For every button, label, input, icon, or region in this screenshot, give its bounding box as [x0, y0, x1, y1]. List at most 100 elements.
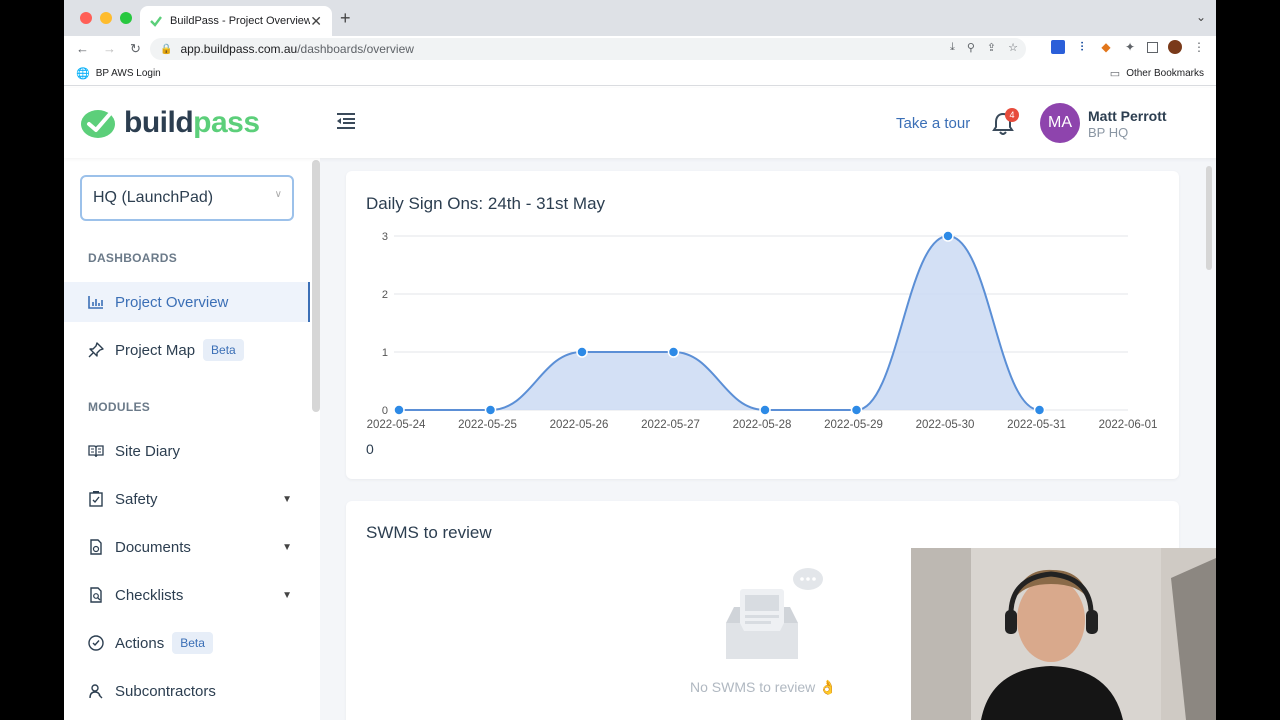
x-tick-label: 2022-05-30 [916, 419, 975, 431]
tab-title: BuildPass - Project Overview [170, 15, 311, 27]
logo-check-icon [81, 110, 115, 138]
bookmarks-bar: 🌐 BP AWS Login ▭ Other Bookmarks [64, 62, 1216, 86]
chevron-down-icon[interactable]: ▼ [282, 494, 292, 505]
folder-icon: ▭ [1109, 68, 1121, 80]
data-point [667, 346, 680, 358]
globe-icon: 🌐 [76, 68, 90, 80]
chart-total-value: 0 [366, 441, 374, 457]
bookmark-star-icon[interactable]: ☆ [1008, 41, 1018, 54]
data-point [393, 404, 405, 416]
sidebar-item-subcontractors[interactable]: Subcontractors [64, 671, 310, 711]
forward-icon[interactable]: → [103, 41, 116, 57]
back-icon[interactable]: ← [76, 41, 89, 57]
logo-text-pass: pass [193, 106, 260, 139]
sidebar-item-label: Site Diary [115, 442, 181, 460]
sidebar-item-checklists[interactable]: Checklists ▼ [64, 575, 310, 615]
y-tick-label: 0 [382, 405, 388, 417]
side-panel-icon[interactable] [1147, 41, 1158, 53]
chrome-menu-icon[interactable]: ⋮ [1192, 40, 1206, 54]
people-icon [88, 683, 104, 699]
check-circle-icon [88, 635, 104, 651]
sidebar-item-label: Documents [115, 538, 191, 556]
share-icon[interactable]: ⇪ [987, 41, 996, 54]
x-tick-label: 2022-05-25 [458, 419, 517, 431]
browser-toolbar: ← → ↻ 🔒 app.buildpass.com.au/dashboards/… [64, 36, 1216, 62]
extensions-puzzle-icon[interactable]: ✦ [1123, 40, 1137, 54]
sidebar-item-actions[interactable]: Actions Beta [64, 623, 310, 663]
pin-icon [88, 342, 104, 358]
extension-bars-icon[interactable]: ⫶ [1075, 40, 1089, 54]
menu-collapse-icon[interactable] [336, 112, 356, 136]
user-name[interactable]: Matt Perrott [1088, 108, 1167, 124]
x-tick-label: 2022-05-26 [550, 419, 609, 431]
page-scrollbar[interactable] [1206, 166, 1212, 270]
sidebar-item-label: Actions [115, 634, 165, 652]
sidebar-item-documents[interactable]: Documents ▼ [64, 527, 310, 567]
install-icon[interactable]: ⤓ [950, 41, 955, 54]
new-tab-icon[interactable]: + [340, 8, 351, 29]
sidebar-item-site-diary[interactable]: Site Diary [64, 431, 310, 471]
x-tick-label: 2022-05-28 [733, 419, 792, 431]
notification-count-badge: 4 [1005, 108, 1019, 122]
daily-sign-ons-card: Daily Sign Ons: 24th - 31st May 0 1 2 3 2022… [346, 171, 1179, 479]
sidebar-item-label: Project Map [115, 341, 196, 359]
data-point [484, 404, 497, 416]
url-path: /dashboards/overview [297, 42, 414, 56]
other-bookmarks[interactable]: ▭ Other Bookmarks [1110, 67, 1204, 80]
data-point [1033, 404, 1046, 416]
webcam-overlay [911, 548, 1216, 720]
maximize-window-button[interactable] [120, 12, 132, 24]
sidebar-item-label: Safety [115, 490, 158, 508]
modules-section-label: MODULES [88, 400, 151, 414]
close-tab-icon[interactable]: ✕ [310, 13, 322, 30]
document-icon [88, 539, 104, 555]
url-host: app.buildpass.com.au [180, 42, 298, 56]
zoom-icon[interactable]: ⚲ [967, 41, 975, 54]
browser-tab[interactable]: BuildPass - Project Overview ✕ [140, 6, 332, 36]
book-icon [88, 443, 104, 459]
bookmark-label: BP AWS Login [95, 68, 161, 79]
profile-icon[interactable] [1168, 40, 1182, 54]
extension-blue-icon[interactable] [1051, 40, 1065, 54]
close-window-button[interactable] [80, 12, 92, 24]
sidebar-item-safety[interactable]: Safety ▼ [64, 479, 310, 519]
chevron-down-icon[interactable]: ▼ [282, 542, 292, 553]
bar-chart-icon [88, 294, 104, 310]
daily-sign-ons-chart: 0 1 2 3 2022-05-24 2022-05-25 2022-05-26 2022-0… [367, 230, 1158, 431]
tab-search-chevron-icon[interactable]: ⌄ [1196, 10, 1206, 24]
minimize-window-button[interactable] [100, 12, 112, 24]
sidebar-scrollbar[interactable] [312, 160, 320, 412]
reload-icon[interactable]: ↻ [130, 41, 141, 57]
bookmark-item[interactable]: 🌐 BP AWS Login [76, 67, 161, 80]
dashboards-section-label: DASHBOARDS [88, 251, 178, 265]
chevron-down-icon[interactable]: ▼ [282, 590, 292, 601]
beta-badge: Beta [172, 632, 213, 654]
project-selector-value: HQ (LaunchPad) [93, 189, 214, 206]
x-tick-label: 2022-06-01 [1099, 419, 1158, 431]
tab-bar: BuildPass - Project Overview ✕ + ⌄ [64, 0, 1216, 36]
beta-badge: Beta [203, 339, 244, 361]
empty-inbox-icon [726, 568, 823, 659]
swms-title: SWMS to review [366, 523, 492, 542]
user-avatar[interactable]: MA [1040, 103, 1080, 143]
sidebar-item-project-overview[interactable]: Project Overview [64, 282, 310, 322]
y-tick-label: 1 [382, 347, 388, 359]
logo-text-build: build [124, 106, 194, 139]
buildpass-logo[interactable]: buildpass [80, 106, 260, 140]
metamask-fox-icon[interactable]: ◆ [1099, 40, 1113, 54]
data-point [576, 346, 588, 358]
sidebar-item-label: Subcontractors [115, 682, 216, 700]
clipboard-check-icon [88, 491, 104, 507]
user-organisation: BP HQ [1088, 125, 1129, 140]
address-bar[interactable]: 🔒 app.buildpass.com.au/dashboards/overvi… [150, 38, 1026, 60]
other-bookmarks-label: Other Bookmarks [1126, 68, 1204, 79]
sidebar-item-project-map[interactable]: Project Map Beta [64, 330, 310, 370]
take-a-tour-link[interactable]: Take a tour [896, 115, 970, 132]
data-point [759, 404, 771, 416]
x-tick-label: 2022-05-24 [367, 419, 426, 431]
sidebar-item-label: Checklists [115, 586, 184, 604]
project-selector[interactable]: HQ (LaunchPad) ∨ [80, 175, 294, 221]
buildpass-favicon-icon [150, 16, 162, 27]
sidebar-item-label: Project Overview [115, 293, 229, 311]
y-tick-label: 3 [382, 231, 388, 243]
